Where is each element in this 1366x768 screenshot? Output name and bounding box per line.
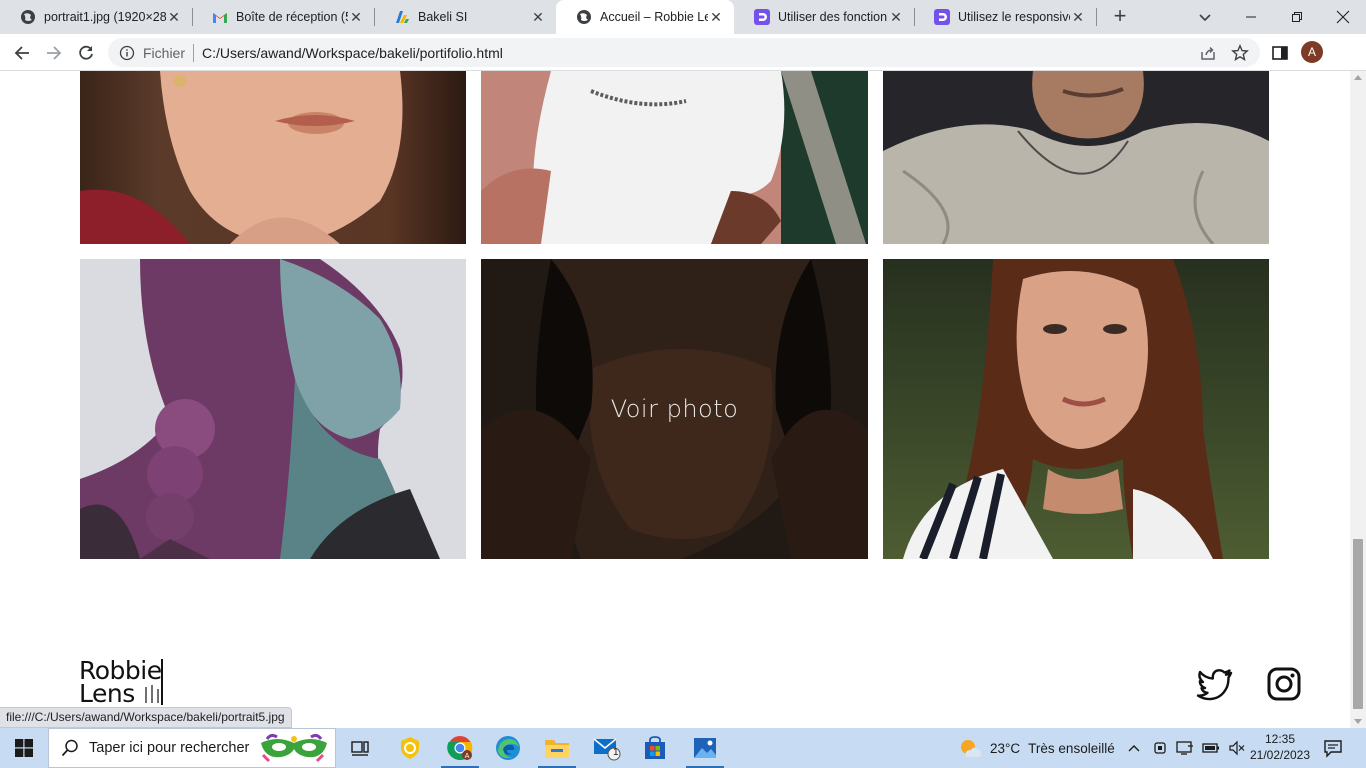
store-icon[interactable] — [631, 728, 679, 768]
share-icon[interactable] — [1199, 44, 1217, 62]
tab-search-icon[interactable] — [1194, 6, 1216, 28]
forward-button[interactable] — [40, 39, 68, 67]
scroll-down-arrow[interactable] — [1354, 719, 1362, 724]
portrait-photo-3[interactable] — [883, 71, 1269, 244]
sun-cloud-icon — [961, 740, 982, 757]
windows-taskbar: Taper ici pour rechercher A 1 23°C Très … — [0, 728, 1366, 768]
chrome-icon[interactable]: A — [436, 728, 484, 768]
search-icon — [61, 739, 78, 757]
close-icon[interactable]: ✕ — [888, 9, 904, 25]
info-icon[interactable] — [119, 45, 135, 61]
clock-date: 21/02/2023 — [1249, 748, 1311, 762]
tab-title: Bakeli SI — [418, 10, 468, 24]
windows-start-icon[interactable] — [0, 728, 48, 768]
tab-openclassrooms-2[interactable]: Utilisez le responsive c ✕ — [914, 0, 1096, 34]
logo-line-2: Lens — [79, 679, 135, 708]
bookmark-star-icon[interactable] — [1231, 44, 1249, 62]
scroll-thumb[interactable] — [1353, 539, 1363, 709]
side-panel-icon[interactable] — [1271, 44, 1289, 62]
tab-openclassrooms-1[interactable]: Utiliser des fonctionna ✕ — [734, 0, 914, 34]
tab-title: Utiliser des fonctionna — [778, 10, 888, 24]
globe-icon — [20, 9, 36, 25]
back-button[interactable] — [8, 39, 36, 67]
carnival-mask-icon — [261, 733, 327, 763]
logo-bars-icon — [145, 685, 159, 703]
notification-center-icon[interactable] — [1322, 737, 1344, 759]
weather-condition: Très ensoleillé — [1028, 740, 1115, 756]
chevron-up-icon[interactable] — [1126, 740, 1142, 756]
close-icon[interactable]: ✕ — [166, 9, 182, 25]
minimize-button[interactable] — [1228, 0, 1274, 34]
mail-icon[interactable]: 1 — [583, 728, 631, 768]
display-icon[interactable] — [1176, 740, 1194, 756]
portrait-photo-1[interactable] — [80, 71, 466, 244]
tab-strip: portrait1.jpg (1920×28 ✕ Boîte de récept… — [0, 0, 1366, 34]
norton-icon[interactable] — [386, 728, 434, 768]
portrait-photo-4[interactable] — [80, 259, 466, 559]
view-photo-label: Voir photo — [610, 395, 739, 423]
clock-time: 12:35 — [1264, 732, 1296, 746]
tab-title: portrait1.jpg (1920×28 — [44, 10, 166, 24]
gmail-icon — [212, 9, 228, 25]
tab-title: Boîte de réception (58 — [236, 10, 348, 24]
new-tab-button[interactable]: + — [1108, 5, 1132, 29]
tab-gmail[interactable]: Boîte de réception (58 ✕ — [192, 0, 374, 34]
link-status-bar: file:///C:/Users/awand/Workspace/bakeli/… — [0, 707, 292, 728]
profile-avatar[interactable]: A — [1301, 41, 1323, 63]
photos-icon[interactable] — [681, 728, 729, 768]
tab-robbie-lens[interactable]: Accueil – Robbie Lens ✕ — [556, 0, 734, 34]
instagram-icon[interactable] — [1264, 664, 1304, 704]
close-icon[interactable]: ✕ — [530, 9, 546, 25]
scheme-label: Fichier — [143, 44, 186, 61]
tab-title: Accueil – Robbie Lens — [600, 10, 708, 24]
portrait-photo-6[interactable] — [883, 259, 1269, 559]
bakeli-icon — [394, 9, 410, 25]
tab-bakeli[interactable]: Bakeli SI ✕ — [374, 0, 556, 34]
site-logo[interactable]: Robbie Lens — [79, 658, 169, 708]
task-view-icon[interactable] — [336, 728, 384, 768]
openclassrooms-icon — [754, 9, 770, 25]
battery-icon[interactable] — [1202, 740, 1220, 756]
close-icon[interactable]: ✕ — [348, 9, 364, 25]
reload-button[interactable] — [72, 39, 100, 67]
file-explorer-icon[interactable] — [533, 728, 581, 768]
edge-icon[interactable] — [484, 728, 532, 768]
search-placeholder: Taper ici pour rechercher — [89, 740, 250, 756]
openclassrooms-icon — [934, 9, 950, 25]
taskbar-search-box[interactable]: Taper ici pour rechercher — [48, 728, 336, 768]
close-window-button[interactable] — [1320, 0, 1366, 34]
portrait-photo-5[interactable]: Voir photo — [481, 259, 868, 559]
mail-badge: 1 — [613, 747, 619, 758]
page-scrollbar[interactable] — [1350, 71, 1366, 728]
twitter-icon[interactable] — [1195, 664, 1235, 704]
weather-temp: 23°C — [990, 740, 1021, 756]
address-bar[interactable]: Fichier C:/Users/awand/Workspace/bakeli/… — [108, 38, 1260, 67]
taskbar-clock[interactable]: 12:35 21/02/2023 — [1240, 731, 1320, 763]
system-tray — [1126, 728, 1246, 768]
logo-cursor — [161, 659, 163, 705]
browser-toolbar: Fichier C:/Users/awand/Workspace/bakeli/… — [0, 34, 1366, 71]
url-text: C:/Users/awand/Workspace/bakeli/portifol… — [202, 44, 503, 61]
tab-portrait1[interactable]: portrait1.jpg (1920×28 ✕ — [0, 0, 192, 34]
portrait-photo-2[interactable] — [481, 71, 868, 244]
scroll-up-arrow[interactable] — [1354, 75, 1362, 80]
svg-text:A: A — [465, 752, 470, 760]
photo-overlay[interactable]: Voir photo — [481, 259, 868, 559]
close-icon[interactable]: ✕ — [708, 9, 724, 25]
weather-widget[interactable]: 23°C Très ensoleillé — [958, 728, 1115, 768]
page-content: Voir photo Robbie Lens — [0, 71, 1350, 728]
tab-title: Utilisez le responsive c — [958, 10, 1070, 24]
close-icon[interactable]: ✕ — [1070, 9, 1086, 25]
restore-button[interactable] — [1274, 0, 1320, 34]
divider — [193, 43, 195, 62]
meet-now-icon[interactable] — [1152, 740, 1168, 756]
globe-icon — [576, 9, 592, 25]
